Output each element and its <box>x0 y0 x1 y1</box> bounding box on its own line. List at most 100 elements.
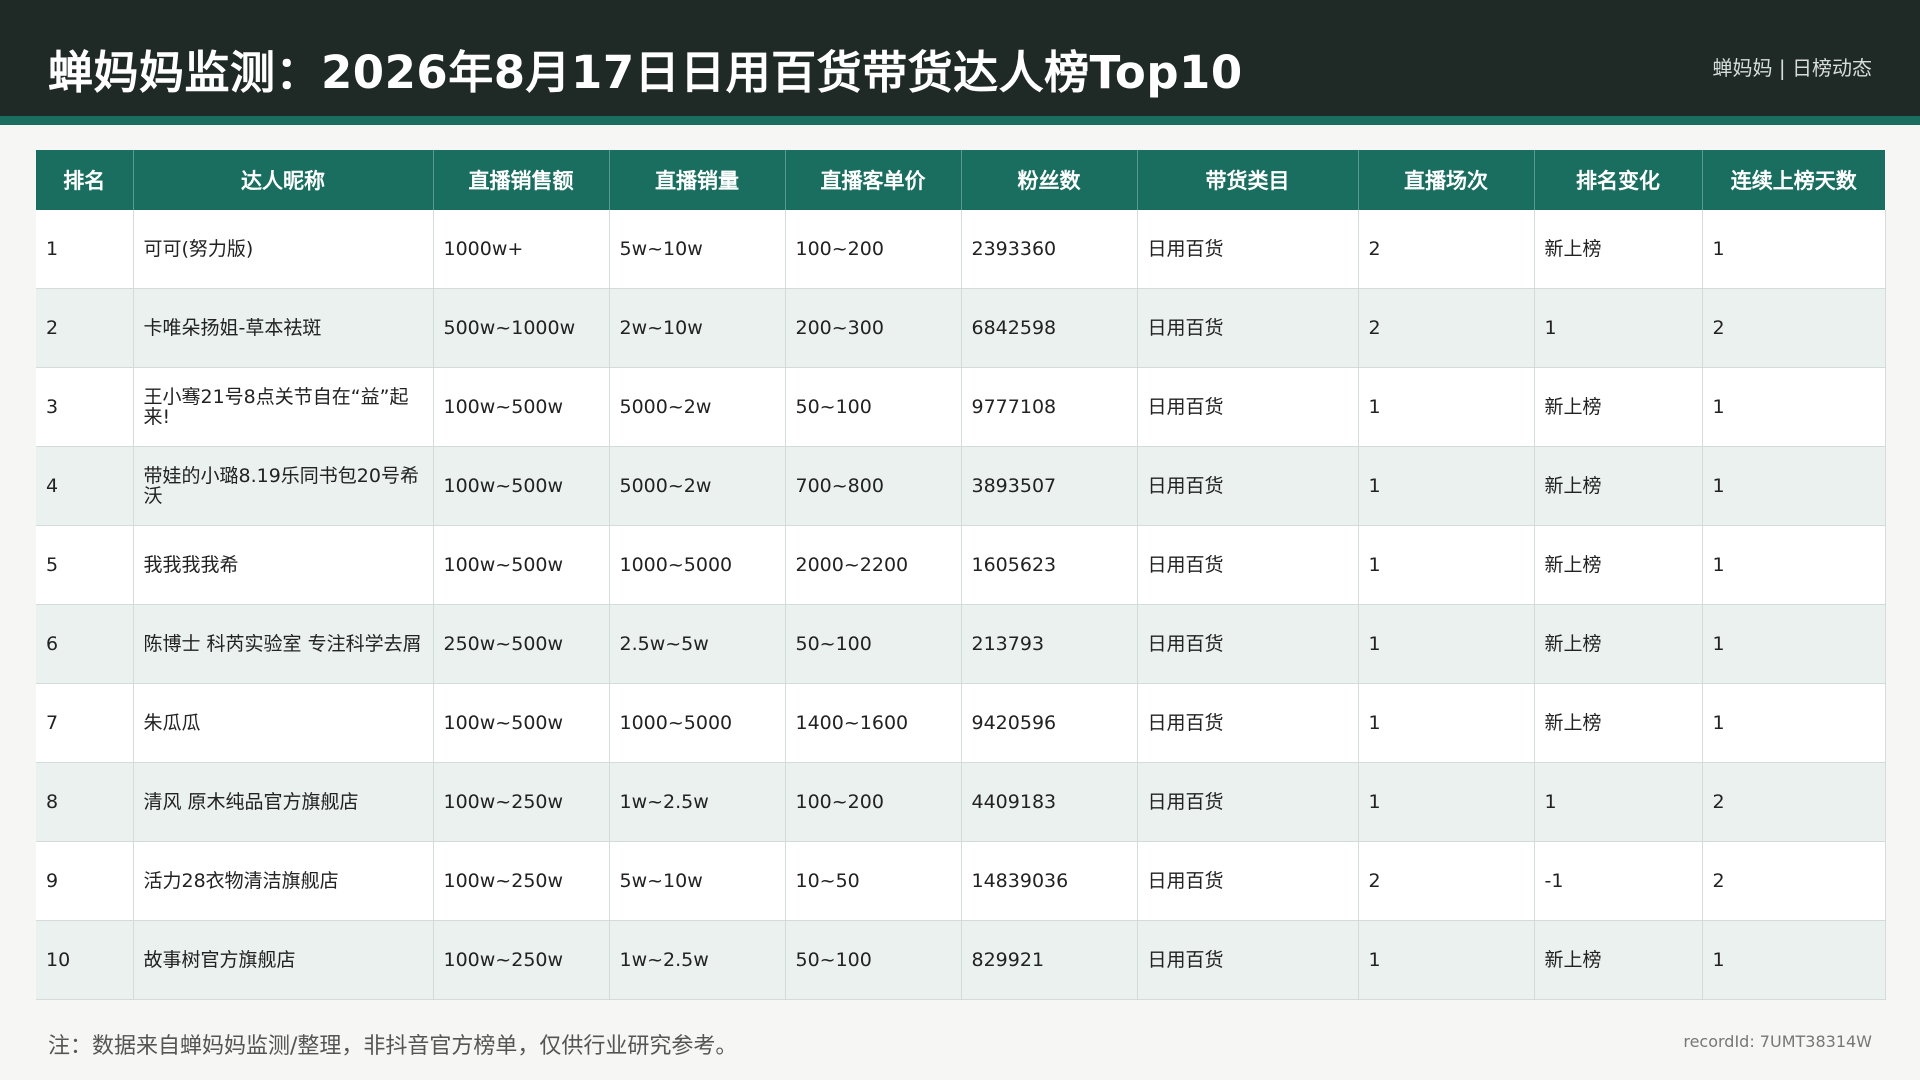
cell-rank-change: 新上榜 <box>1534 210 1703 289</box>
header-bar: 蝉妈妈监测：2026年8月17日日用百货带货达人榜Top10 蝉妈妈 | 日榜动… <box>0 0 1920 116</box>
cell-rank-change: 1 <box>1534 762 1703 842</box>
cell-live-volume: 5w~10w <box>609 210 786 289</box>
cell-live-volume: 1000~5000 <box>609 525 786 605</box>
cell-sessions: 1 <box>1358 920 1535 1000</box>
cell-live-sales: 500w~1000w <box>433 288 610 368</box>
cell-nickname: 卡唯朵扬姐-草本祛斑 <box>133 288 434 368</box>
cell-fans: 213793 <box>961 604 1138 684</box>
cell-live-volume: 1000~5000 <box>609 683 786 763</box>
cell-rank-change: 新上榜 <box>1534 525 1703 605</box>
cell-streak-days: 1 <box>1702 367 1886 447</box>
cell-nickname: 故事树官方旗舰店 <box>133 920 434 1000</box>
cell-category: 日用百货 <box>1137 288 1359 368</box>
cell-nickname: 带娃的小璐8.19乐同书包20号希沃 <box>133 446 434 526</box>
ranking-table: 排名 达人昵称 直播销售额 直播销量 直播客单价 粉丝数 带货类目 直播场次 排名变化 连续上榜天… <box>36 150 1886 1000</box>
cell-rank-change: 1 <box>1534 288 1703 368</box>
cell-nickname: 活力28衣物清洁旗舰店 <box>133 841 434 921</box>
column-header-streak-days: 连续上榜天数 <box>1702 150 1885 210</box>
cell-live-sales: 100w~250w <box>433 762 610 842</box>
cell-live-volume: 5000~2w <box>609 367 786 447</box>
cell-rank: 5 <box>36 525 134 605</box>
footer-note: 注：数据来自蝉妈妈监测/整理，非抖音官方榜单，仅供行业研究参考。 <box>48 1034 738 1059</box>
cell-streak-days: 1 <box>1702 604 1886 684</box>
table-row: 5 我我我我希 100w~500w 1000~5000 2000~2200 1605623… <box>36 525 1886 605</box>
cell-category: 日用百货 <box>1137 920 1359 1000</box>
cell-rank-change: 新上榜 <box>1534 683 1703 763</box>
cell-rank: 4 <box>36 446 134 526</box>
cell-streak-days: 1 <box>1702 210 1886 289</box>
cell-unit-price: 50~100 <box>785 920 962 1000</box>
column-header-unit-price: 直播客单价 <box>785 150 962 210</box>
cell-nickname: 王小骞21号8点关节自在“益”起来! <box>133 367 434 447</box>
cell-live-sales: 250w~500w <box>433 604 610 684</box>
cell-nickname: 清风 原木纯品官方旗舰店 <box>133 762 434 842</box>
table-row: 8 清风 原木纯品官方旗舰店 100w~250w 1w~2.5w 100~200 4409… <box>36 762 1886 842</box>
cell-live-volume: 5000~2w <box>609 446 786 526</box>
column-header-rank: 排名 <box>36 150 134 210</box>
cell-category: 日用百货 <box>1137 210 1359 289</box>
column-header-rank-change: 排名变化 <box>1534 150 1703 210</box>
cell-sessions: 1 <box>1358 604 1535 684</box>
table-row: 7 朱瓜瓜 100w~500w 1000~5000 1400~1600 9420596 日用… <box>36 683 1886 763</box>
column-header-sessions: 直播场次 <box>1358 150 1535 210</box>
cell-unit-price: 200~300 <box>785 288 962 368</box>
cell-rank: 2 <box>36 288 134 368</box>
cell-live-volume: 1w~2.5w <box>609 920 786 1000</box>
cell-rank: 10 <box>36 920 134 1000</box>
cell-streak-days: 1 <box>1702 525 1886 605</box>
cell-streak-days: 1 <box>1702 683 1886 763</box>
brand-label: 蝉妈妈 | 日榜动态 <box>1712 56 1872 80</box>
cell-sessions: 1 <box>1358 683 1535 763</box>
cell-live-sales: 1000w+ <box>433 210 610 289</box>
cell-sessions: 2 <box>1358 841 1535 921</box>
record-id: recordId: 7UMT38314W <box>1683 1032 1872 1051</box>
cell-unit-price: 50~100 <box>785 367 962 447</box>
cell-fans: 14839036 <box>961 841 1138 921</box>
cell-fans: 1605623 <box>961 525 1138 605</box>
cell-category: 日用百货 <box>1137 762 1359 842</box>
table-header-row: 排名 达人昵称 直播销售额 直播销量 直播客单价 粉丝数 带货类目 直播场次 排名变化 连续上榜天… <box>36 150 1885 210</box>
cell-fans: 3893507 <box>961 446 1138 526</box>
cell-live-sales: 100w~250w <box>433 841 610 921</box>
cell-rank: 1 <box>36 210 134 289</box>
cell-unit-price: 1400~1600 <box>785 683 962 763</box>
table-row: 10 故事树官方旗舰店 100w~250w 1w~2.5w 50~100 829921 日用… <box>36 920 1886 1000</box>
cell-sessions: 1 <box>1358 446 1535 526</box>
cell-streak-days: 1 <box>1702 920 1886 1000</box>
cell-rank: 3 <box>36 367 134 447</box>
cell-unit-price: 100~200 <box>785 210 962 289</box>
column-header-fans: 粉丝数 <box>961 150 1138 210</box>
cell-live-sales: 100w~250w <box>433 920 610 1000</box>
cell-fans: 9420596 <box>961 683 1138 763</box>
table-row: 6 陈博士 科芮实验室 专注科学去屑 250w~500w 2.5w~5w 50~100 2… <box>36 604 1886 684</box>
table-row: 4 带娃的小璐8.19乐同书包20号希沃 100w~500w 5000~2w 700~8… <box>36 446 1886 526</box>
cell-rank-change: 新上榜 <box>1534 604 1703 684</box>
cell-fans: 829921 <box>961 920 1138 1000</box>
column-header-live-volume: 直播销量 <box>609 150 786 210</box>
cell-fans: 4409183 <box>961 762 1138 842</box>
cell-live-volume: 2.5w~5w <box>609 604 786 684</box>
cell-fans: 6842598 <box>961 288 1138 368</box>
cell-sessions: 2 <box>1358 288 1535 368</box>
cell-rank: 9 <box>36 841 134 921</box>
cell-category: 日用百货 <box>1137 525 1359 605</box>
cell-unit-price: 2000~2200 <box>785 525 962 605</box>
cell-sessions: 1 <box>1358 525 1535 605</box>
cell-streak-days: 2 <box>1702 762 1886 842</box>
cell-fans: 9777108 <box>961 367 1138 447</box>
cell-live-sales: 100w~500w <box>433 683 610 763</box>
header-accent-band <box>0 116 1920 125</box>
cell-nickname: 我我我我希 <box>133 525 434 605</box>
column-header-nickname: 达人昵称 <box>133 150 434 210</box>
cell-rank-change: -1 <box>1534 841 1703 921</box>
cell-rank-change: 新上榜 <box>1534 367 1703 447</box>
cell-live-sales: 100w~500w <box>433 367 610 447</box>
cell-nickname: 陈博士 科芮实验室 专注科学去屑 <box>133 604 434 684</box>
cell-live-sales: 100w~500w <box>433 446 610 526</box>
cell-nickname: 可可(努力版) <box>133 210 434 289</box>
cell-fans: 2393360 <box>961 210 1138 289</box>
table-row: 9 活力28衣物清洁旗舰店 100w~250w 5w~10w 10~50 14839036… <box>36 841 1886 921</box>
column-header-category: 带货类目 <box>1137 150 1359 210</box>
cell-category: 日用百货 <box>1137 367 1359 447</box>
cell-unit-price: 50~100 <box>785 604 962 684</box>
